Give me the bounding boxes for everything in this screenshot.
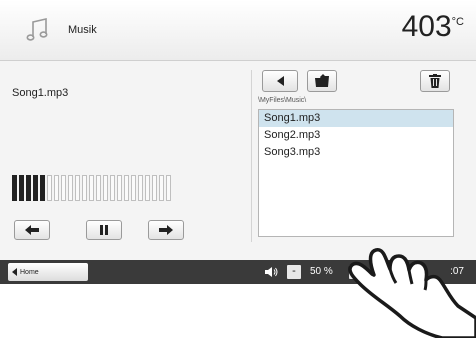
current-song-name: Song1.mp3 [12, 87, 69, 99]
previous-button[interactable] [14, 220, 50, 240]
next-icon [159, 225, 173, 235]
volume-bar [75, 175, 80, 201]
file-list-item[interactable]: Song1.mp3 [259, 110, 453, 127]
file-list-item[interactable]: Song2.mp3 [259, 127, 453, 144]
volume-bar [68, 175, 73, 201]
next-button[interactable] [148, 220, 184, 240]
volume-bar [110, 175, 115, 201]
volume-bar [166, 175, 171, 201]
file-list-item[interactable]: Song3.mp3 [259, 144, 453, 161]
open-folder-button[interactable] [307, 70, 337, 92]
volume-bar [96, 175, 101, 201]
volume-bar [19, 175, 24, 201]
volume-bar [117, 175, 122, 201]
back-button[interactable] [262, 70, 298, 92]
home-button[interactable]: Home [8, 263, 88, 281]
volume-bar [54, 175, 59, 201]
open-folder-icon [315, 74, 329, 87]
volume-bar [26, 175, 31, 201]
volume-level-bars [12, 175, 173, 201]
delete-icon [429, 74, 441, 88]
music-note-icon [26, 17, 48, 41]
volume-bar [138, 175, 143, 201]
file-name: Song2.mp3 [264, 129, 321, 141]
page-title: Musik [68, 24, 97, 36]
temperature-unit: °C [451, 16, 464, 28]
speaker-icon [265, 267, 278, 277]
back-arrow-icon [12, 268, 17, 276]
previous-icon [25, 225, 39, 235]
volume-bar [40, 175, 45, 201]
volume-bar [89, 175, 94, 201]
volume-bar [159, 175, 164, 201]
volume-bar [145, 175, 150, 201]
pause-button[interactable] [86, 220, 122, 240]
panel-divider [251, 70, 252, 242]
pause-icon [100, 225, 108, 235]
file-name: Song1.mp3 [264, 112, 321, 124]
home-label: Home [20, 268, 39, 276]
temperature-value: 403 [401, 10, 452, 43]
volume-bar [124, 175, 129, 201]
delete-button[interactable] [420, 70, 450, 92]
back-icon [276, 76, 284, 86]
volume-down-button[interactable]: - [287, 265, 301, 279]
volume-bar [152, 175, 157, 201]
volume-bar [12, 175, 17, 201]
temperature-display: 403°C [402, 10, 464, 44]
volume-bar [103, 175, 108, 201]
volume-bar [47, 175, 52, 201]
header: Musik 403°C [0, 0, 476, 61]
volume-bar [131, 175, 136, 201]
volume-bar [82, 175, 87, 201]
file-name: Song3.mp3 [264, 146, 321, 158]
folder-path: \MyFiles\Music\ [258, 97, 307, 104]
volume-bar [61, 175, 66, 201]
file-list[interactable]: Song1.mp3 Song2.mp3 Song3.mp3 [258, 109, 454, 237]
volume-bar [33, 175, 38, 201]
pointing-hand-icon [348, 248, 476, 338]
